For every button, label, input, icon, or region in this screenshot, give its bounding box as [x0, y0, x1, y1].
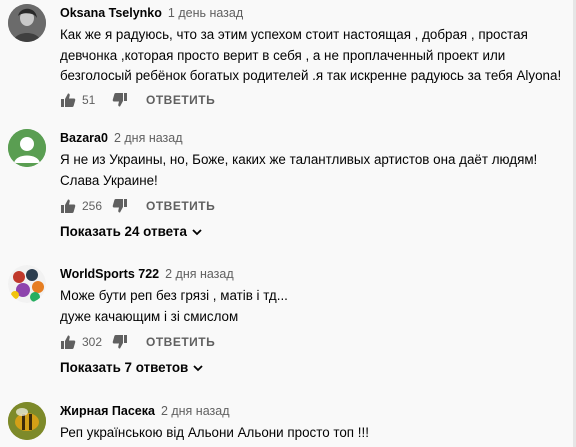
comment-oksana: Oksana Tselynko 1 день назад Как же я рад… [0, 0, 576, 110]
comment-pasika: Жирная Пасека 2 дня назад Реп українською… [0, 400, 576, 447]
comment-author[interactable]: Oksana Tselynko [60, 6, 162, 20]
show-replies-button[interactable]: Показать 24 ответа [60, 224, 203, 239]
reply-button[interactable]: ОТВЕТИТЬ [146, 335, 215, 349]
photo-avatar-icon[interactable] [8, 4, 46, 42]
comment-worldsports: WorldSports 722 2 дня назад Може бути реп… [0, 263, 576, 383]
comment-time[interactable]: 2 дня назад [161, 404, 230, 418]
comment-time[interactable]: 2 дня назад [114, 131, 183, 145]
chevron-down-icon [192, 228, 202, 235]
show-replies-label: Показать 7 ответов [60, 360, 189, 375]
comment-line: Реп українською від Альони Альони просто… [60, 425, 369, 440]
sports-collage-avatar-icon[interactable] [8, 265, 46, 303]
comment-text: Я не из Украины, но, Боже, каких же тала… [60, 150, 570, 191]
thumbs-up-icon[interactable] [60, 92, 76, 108]
thumbs-down-icon[interactable] [112, 198, 128, 214]
thumbs-up-icon[interactable] [60, 334, 76, 350]
bee-photo-avatar-icon[interactable] [8, 402, 46, 440]
reply-button[interactable]: ОТВЕТИТЬ [146, 93, 215, 107]
comment-time[interactable]: 2 дня назад [165, 267, 234, 281]
thumbs-down-icon[interactable] [112, 334, 128, 350]
comment-text: Може бути реп без грязі , матів і тд... … [60, 286, 570, 327]
thumbs-down-icon[interactable] [112, 92, 128, 108]
show-replies-label: Показать 24 ответа [60, 224, 187, 239]
default-user-icon[interactable] [8, 129, 46, 167]
chevron-down-icon [193, 364, 203, 371]
comment-author[interactable]: Жирная Пасека [60, 404, 155, 418]
comment-line: Слава Украине! [60, 172, 158, 188]
comment-line: Я не из Украины, но, Боже, каких же тала… [60, 152, 538, 167]
comment-line: Как же я радуюсь, что за этим успехом ст… [60, 27, 528, 42]
comment-author[interactable]: Bazara0 [60, 131, 108, 145]
like-count: 256 [82, 199, 103, 213]
like-count: 302 [82, 335, 103, 349]
like-count: 51 [82, 93, 96, 107]
comment-text: Как же я радуюсь, что за этим успехом ст… [60, 25, 570, 87]
comment-text: Реп українською від Альони Альони просто… [60, 423, 570, 444]
show-replies-button[interactable]: Показать 7 ответов [60, 360, 204, 375]
thumbs-up-icon[interactable] [60, 198, 76, 214]
comment-bazara: Bazara0 2 дня назад Я не из Украины, но, … [0, 126, 576, 246]
comment-line: дуже качающим і зі смислом [60, 308, 239, 324]
reply-button[interactable]: ОТВЕТИТЬ [146, 199, 215, 213]
comment-line: Може бути реп без грязі , матів і тд... [60, 288, 288, 303]
comment-line: девчонка ,которая просто верит в себя , … [60, 47, 506, 63]
comment-line: безголосый ребёнок богатых родителей .я … [60, 68, 562, 83]
comment-author[interactable]: WorldSports 722 [60, 267, 159, 281]
comment-time[interactable]: 1 день назад [168, 6, 243, 20]
